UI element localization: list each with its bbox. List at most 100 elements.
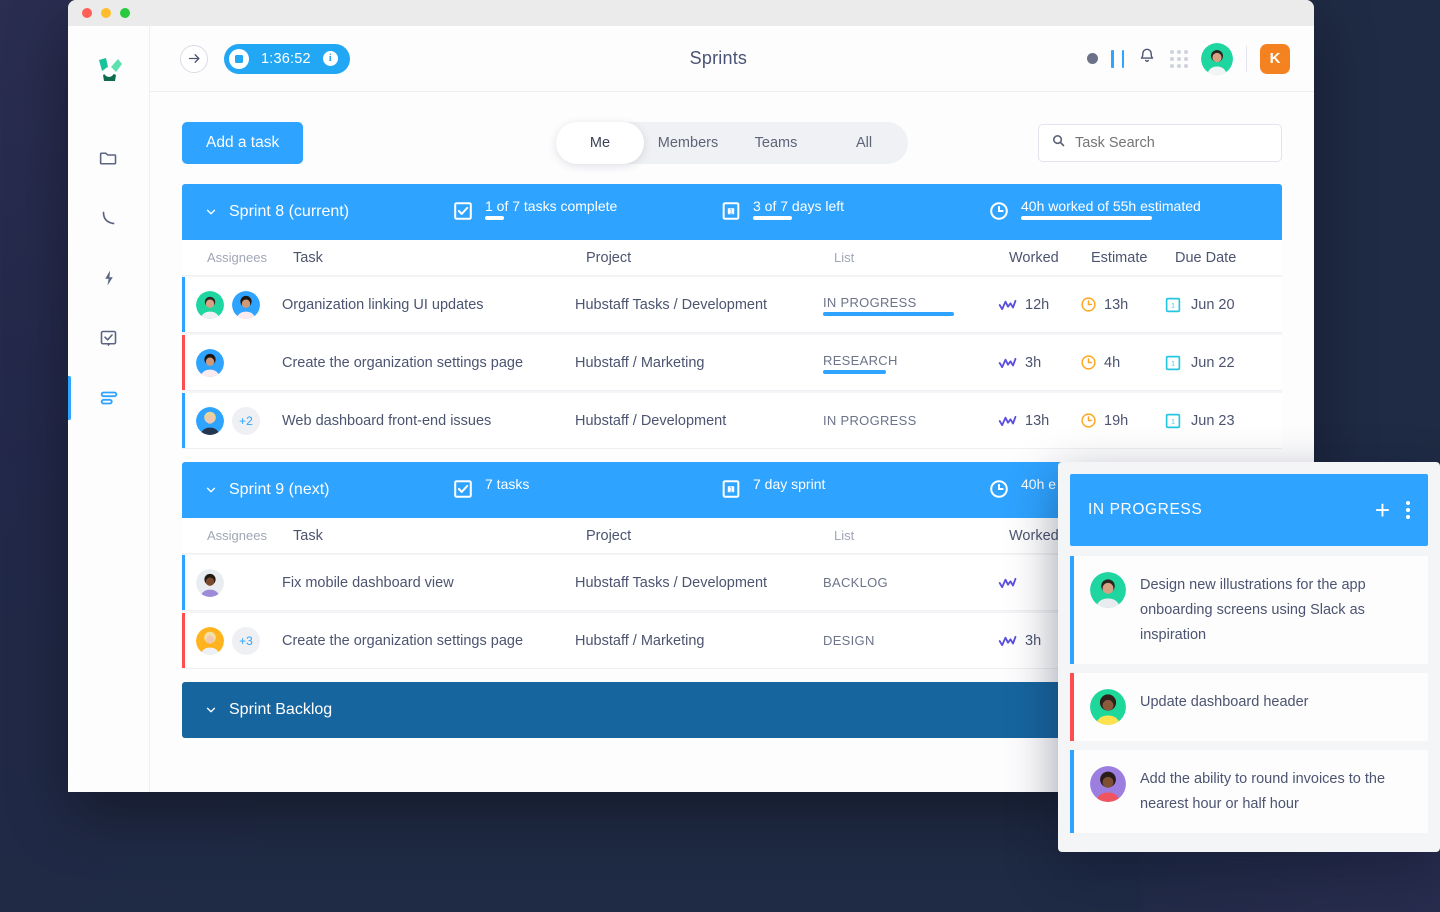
row-assignees[interactable]: +3: [185, 627, 282, 655]
row-task: Create the organization settings page: [282, 633, 575, 649]
kanban-header-actions: +: [1375, 497, 1410, 523]
timer-info-icon[interactable]: i: [323, 51, 338, 66]
task-search[interactable]: [1038, 124, 1282, 162]
table-row[interactable]: Create the organization settings page Hu…: [182, 335, 1282, 390]
table-row[interactable]: +2 Web dashboard front-end issues Hubsta…: [182, 393, 1282, 448]
minimize-window-button[interactable]: [101, 8, 111, 18]
scope-tabs: Me Members Teams All: [556, 122, 908, 164]
maximize-window-button[interactable]: [120, 8, 130, 18]
sprint-metric-label: 3 of 7 days left: [753, 197, 844, 214]
kanban-card[interactable]: Design new illustrations for the app onb…: [1070, 556, 1428, 664]
svg-text:1: 1: [1171, 418, 1175, 425]
row-project: Hubstaff / Marketing: [575, 633, 823, 649]
timer-widget[interactable]: 1:36:52 i: [224, 44, 350, 74]
search-input[interactable]: [1075, 135, 1269, 151]
row-worked: 13h: [998, 413, 1080, 429]
sprint-section-8: Sprint 8 (current): [182, 184, 1282, 448]
row-project: Hubstaff Tasks / Development: [575, 297, 823, 313]
avatar: [196, 569, 224, 597]
row-list-label: RESEARCH: [823, 353, 898, 368]
row-assignees[interactable]: [185, 291, 282, 319]
kanban-card[interactable]: Add the ability to round invoices to the…: [1070, 750, 1428, 833]
row-assignees[interactable]: [185, 569, 282, 597]
tab-members[interactable]: Members: [644, 122, 732, 164]
tab-me[interactable]: Me: [556, 122, 644, 164]
row-assignees[interactable]: [185, 349, 282, 377]
page-root: 1:36:52 i Sprints: [0, 0, 1440, 912]
progress-bar: [485, 216, 617, 220]
avatar: [196, 407, 224, 435]
sprint-header[interactable]: Sprint 8 (current): [182, 184, 1282, 240]
add-task-button[interactable]: Add a task: [182, 122, 303, 164]
row-estimate-value: 19h: [1104, 413, 1128, 429]
user-avatar[interactable]: [1201, 43, 1233, 75]
row-estimate: 4h: [1080, 354, 1164, 371]
sprint-table: Assignees Task Project List Worked Estim…: [182, 240, 1282, 448]
avatar: [1090, 689, 1126, 725]
sprint-title-group[interactable]: Sprint 8 (current): [204, 203, 452, 221]
calendar-icon: 1: [1164, 354, 1182, 372]
col-task: Task: [293, 528, 586, 544]
sprint-metric-label: 7 tasks: [485, 475, 529, 492]
folder-icon: [98, 148, 119, 169]
check-square-icon: [452, 200, 474, 227]
more-options-icon[interactable]: [1406, 501, 1410, 519]
sprint-metric-days: 1 7 day sprint: [720, 476, 988, 505]
sidebar-items: [68, 142, 149, 414]
kanban-cards: Design new illustrations for the app onb…: [1058, 546, 1440, 845]
calendar-icon: 1: [1164, 412, 1182, 430]
sidebar-item-activity[interactable]: [68, 202, 149, 234]
svg-text:1: 1: [729, 208, 733, 215]
add-card-button[interactable]: +: [1375, 497, 1390, 523]
row-task: Web dashboard front-end issues: [282, 413, 575, 429]
row-due-value: Jun 20: [1191, 297, 1235, 313]
tab-all[interactable]: All: [820, 122, 908, 164]
apps-grid-icon[interactable]: [1170, 50, 1188, 68]
sidebar-item-tasks[interactable]: [68, 322, 149, 354]
back-arrow-icon[interactable]: [180, 45, 208, 73]
row-worked-value: 3h: [1025, 633, 1041, 649]
row-list-label: BACKLOG: [823, 575, 888, 590]
activity-wave-icon: [998, 356, 1018, 370]
sprint-title-group[interactable]: Sprint Backlog: [204, 701, 452, 719]
sprint-title: Sprint Backlog: [229, 701, 332, 719]
col-list: List: [834, 250, 1009, 265]
notification-bell-icon[interactable]: [1137, 46, 1157, 71]
row-due-value: Jun 23: [1191, 413, 1235, 429]
sidebar-item-projects[interactable]: [68, 142, 149, 174]
col-project: Project: [586, 528, 834, 544]
assignee-overflow-badge[interactable]: +2: [232, 407, 260, 435]
avatar: [1090, 766, 1126, 802]
progress-bar: [753, 494, 825, 498]
hubstaff-logo-icon[interactable]: [87, 48, 131, 92]
timer-stop-icon[interactable]: [229, 49, 249, 69]
clock-icon: [1080, 412, 1097, 429]
row-worked-value: 13h: [1025, 413, 1049, 429]
row-list-progress: [823, 312, 998, 316]
tab-teams[interactable]: Teams: [732, 122, 820, 164]
row-list: IN PROGRESS: [823, 294, 998, 316]
activity-bars-icon[interactable]: [1111, 50, 1124, 68]
row-due-date: 1 Jun 23: [1164, 412, 1274, 430]
sprint-metric-label: 40h e: [1021, 475, 1056, 492]
assignee-overflow-badge[interactable]: +3: [232, 627, 260, 655]
row-list-progress: [823, 370, 998, 374]
svg-text:1: 1: [729, 486, 733, 493]
row-assignees[interactable]: +2: [185, 407, 282, 435]
close-window-button[interactable]: [82, 8, 92, 18]
workspace-badge[interactable]: K: [1260, 44, 1290, 74]
chevron-down-icon: [204, 703, 218, 717]
table-row[interactable]: Organization linking UI updates Hubstaff…: [182, 277, 1282, 332]
window-titlebar: [68, 0, 1314, 26]
chevron-down-icon: [204, 483, 218, 497]
sidebar-item-sprints[interactable]: [68, 382, 149, 414]
kanban-card[interactable]: Update dashboard header: [1070, 673, 1428, 741]
sprint-title-group[interactable]: Sprint 9 (next): [204, 481, 452, 499]
calendar-icon: 1: [720, 478, 742, 505]
col-list: List: [834, 528, 1009, 543]
sidebar-item-insights[interactable]: [68, 262, 149, 294]
status-dot-icon[interactable]: [1087, 53, 1098, 64]
kanban-card-text: Update dashboard header: [1140, 689, 1309, 715]
sprint-title: Sprint 8 (current): [229, 203, 349, 221]
row-project: Hubstaff / Marketing: [575, 355, 823, 371]
